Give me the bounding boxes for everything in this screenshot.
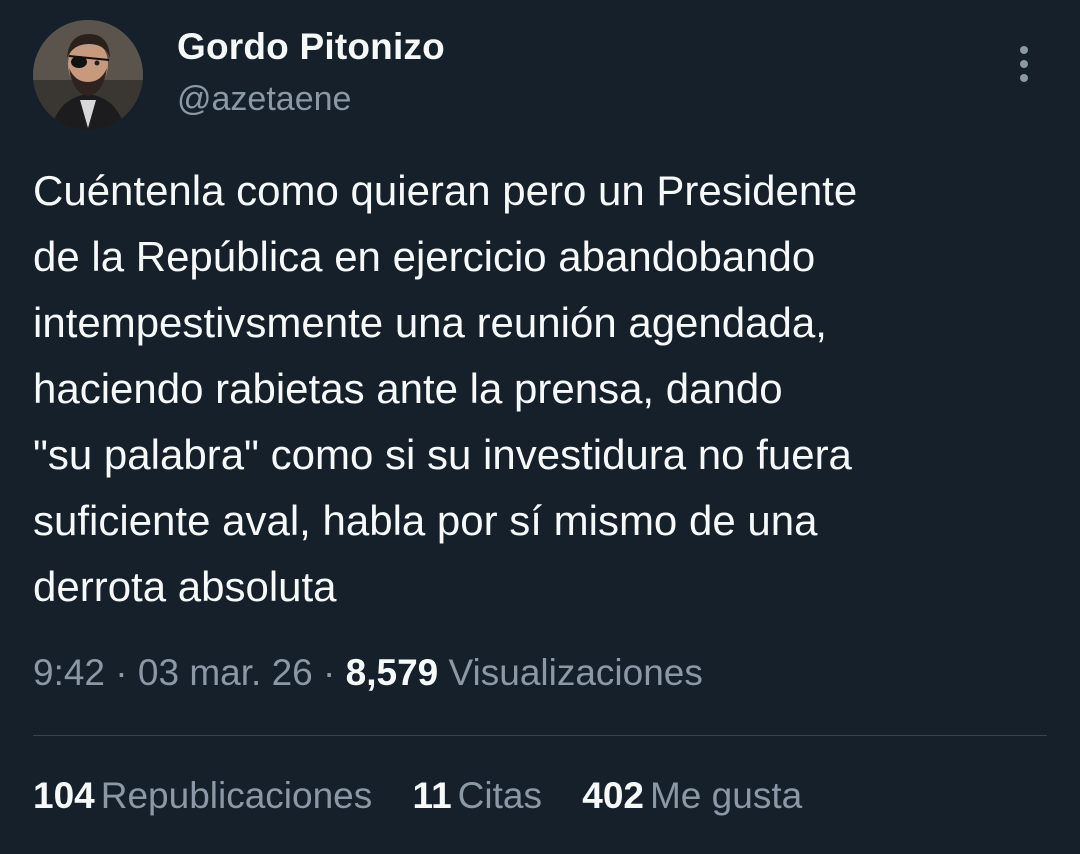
- avatar-photo-icon: [33, 20, 143, 130]
- more-options-button[interactable]: [1006, 42, 1042, 86]
- divider: [33, 735, 1047, 736]
- tweet-date[interactable]: 03 mar. 26: [138, 652, 313, 693]
- engagement-stats: 104 Republicaciones 11 Citas 402 Me gusta: [33, 775, 832, 817]
- avatar[interactable]: [33, 20, 143, 130]
- reposts-count: 104: [33, 775, 95, 816]
- author-display-name[interactable]: Gordo Pitonizo: [177, 26, 445, 68]
- likes-stat[interactable]: 402 Me gusta: [582, 775, 802, 817]
- likes-count: 402: [582, 775, 644, 816]
- likes-label: Me gusta: [649, 775, 803, 816]
- tweet-meta: 9:42 · 03 mar. 26 · 8,579 Visualizacione…: [33, 652, 703, 694]
- views-label: Visualizaciones: [448, 652, 703, 693]
- more-dot-icon: [1020, 60, 1028, 68]
- more-dot-icon: [1020, 74, 1028, 82]
- quotes-stat[interactable]: 11 Citas: [413, 775, 542, 817]
- quotes-label: Citas: [457, 775, 542, 816]
- more-dot-icon: [1020, 46, 1028, 54]
- meta-separator: ·: [115, 652, 128, 693]
- tweet-card: Gordo Pitonizo @azetaene Cuéntenla como …: [0, 0, 1080, 854]
- quotes-count: 11: [412, 775, 452, 816]
- tweet-time[interactable]: 9:42: [33, 652, 105, 693]
- author-handle[interactable]: @azetaene: [177, 80, 351, 119]
- meta-separator: ·: [323, 652, 336, 693]
- tweet-text: Cuéntenla como quieran pero un President…: [33, 167, 858, 610]
- reposts-stat[interactable]: 104 Republicaciones: [33, 775, 372, 817]
- reposts-label: Republicaciones: [100, 775, 373, 816]
- views-count: 8,579: [345, 652, 439, 693]
